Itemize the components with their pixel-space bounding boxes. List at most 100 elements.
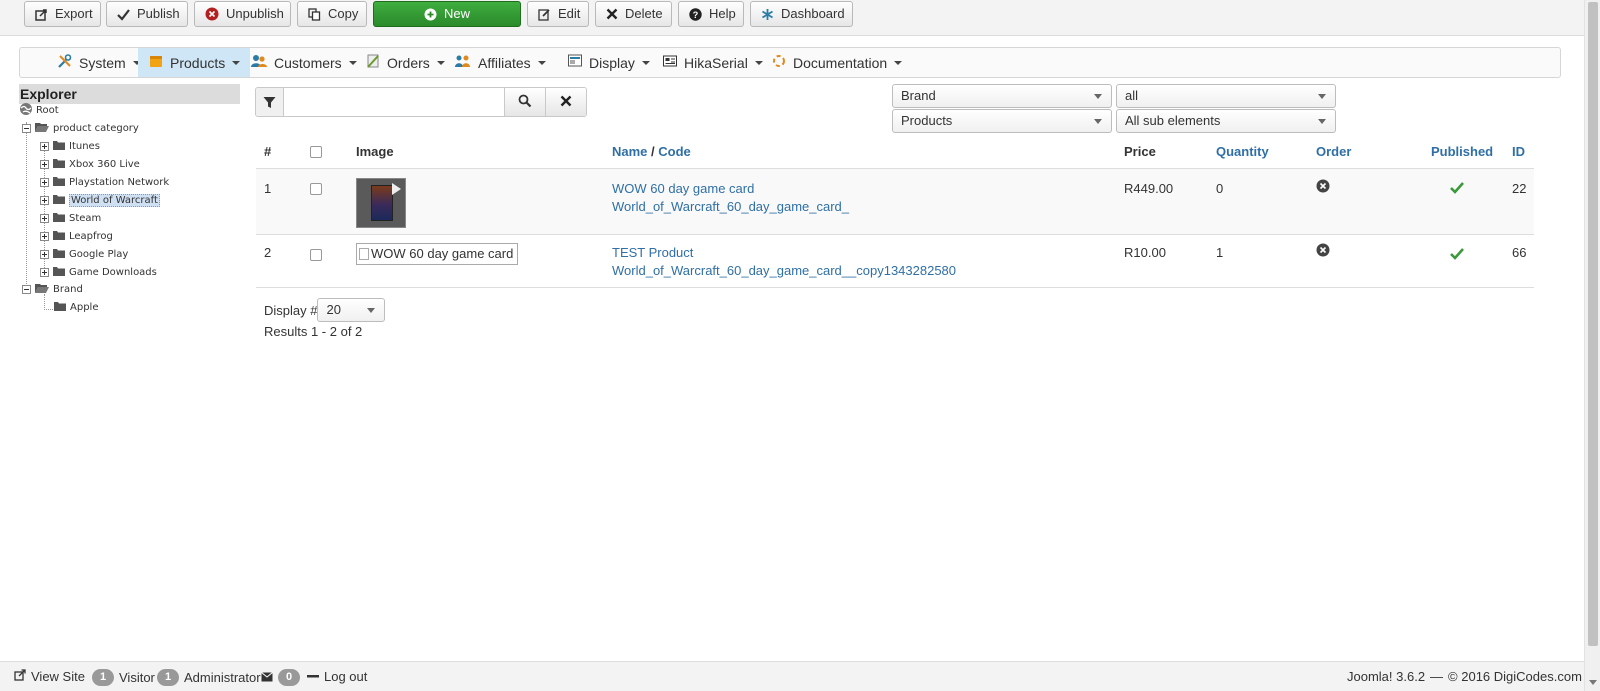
col-name-code: Name / Code xyxy=(612,144,691,159)
tree-category-steam[interactable]: Steam xyxy=(40,210,101,226)
sort-code-link[interactable]: Code xyxy=(658,144,691,159)
product-price: R449.00 xyxy=(1124,181,1174,196)
menu-system[interactable]: System xyxy=(47,48,151,77)
display-label: Display # xyxy=(264,302,318,318)
table-row: 2 WOW 60 day game card TEST Product Worl… xyxy=(256,235,1534,288)
logout-link[interactable]: Log out xyxy=(307,669,367,684)
unpublish-button[interactable]: Unpublish xyxy=(194,1,291,27)
visitor-count-badge: 1 xyxy=(92,669,114,686)
globe-icon xyxy=(19,102,33,119)
svg-text:?: ? xyxy=(693,10,699,20)
help-button[interactable]: ? Help xyxy=(678,1,744,27)
expand-icon[interactable] xyxy=(40,141,49,151)
menu-display[interactable]: Display xyxy=(557,48,660,77)
sort-id-link[interactable]: ID xyxy=(1512,144,1525,159)
orders-icon xyxy=(365,53,381,72)
sort-order-link[interactable]: Order xyxy=(1316,144,1351,159)
chevron-down-icon xyxy=(1318,94,1326,99)
product-thumbnail[interactable] xyxy=(356,178,406,228)
minus-icon xyxy=(307,669,319,684)
tree-category-world-of-warcraft[interactable]: World of Warcraft xyxy=(40,192,160,208)
search-bar xyxy=(255,87,587,117)
expand-icon[interactable] xyxy=(40,213,49,223)
messages-indicator[interactable]: 0 xyxy=(261,669,300,686)
menu-affiliates[interactable]: Affiliates xyxy=(444,48,556,77)
collapse-icon[interactable] xyxy=(22,284,31,294)
tree-category-itunes[interactable]: Itunes xyxy=(40,138,100,154)
sort-quantity-link[interactable]: Quantity xyxy=(1216,144,1269,159)
expand-icon[interactable] xyxy=(40,267,49,277)
messages-count-badge: 0 xyxy=(278,669,300,686)
chevron-down-icon xyxy=(1318,119,1326,124)
sort-published-link[interactable]: Published xyxy=(1431,144,1493,159)
product-quantity: 1 xyxy=(1216,245,1224,260)
close-icon xyxy=(560,95,572,110)
envelope-icon xyxy=(261,670,273,685)
new-button[interactable]: New xyxy=(373,1,521,27)
scroll-down-arrow[interactable] xyxy=(1589,680,1597,685)
select-all-checkbox[interactable] xyxy=(310,146,322,158)
depth-filter-select[interactable]: All sub elements xyxy=(1116,109,1336,133)
remove-order-icon[interactable] xyxy=(1316,179,1330,196)
display-count-select[interactable]: 20 xyxy=(317,298,386,322)
row-checkbox[interactable] xyxy=(310,249,322,261)
tree-brand-apple[interactable]: Apple xyxy=(53,299,98,315)
menu-orders[interactable]: Orders xyxy=(355,48,455,77)
expand-icon[interactable] xyxy=(40,177,49,187)
product-code-link[interactable]: World_of_Warcraft_60_day_game_card__copy… xyxy=(612,263,956,278)
row-number: 2 xyxy=(264,245,272,260)
folder-icon xyxy=(52,211,66,226)
sort-name-link[interactable]: Name xyxy=(612,144,647,159)
product-thumbnail[interactable]: WOW 60 day game card xyxy=(356,243,518,265)
edit-button[interactable]: Edit xyxy=(527,1,589,27)
publish-button[interactable]: Publish xyxy=(106,1,188,27)
expand-icon[interactable] xyxy=(40,249,49,259)
export-icon xyxy=(35,8,48,21)
collapse-icon[interactable] xyxy=(22,123,31,133)
dashboard-button[interactable]: Dashboard xyxy=(750,1,853,27)
folder-icon xyxy=(52,157,66,172)
tree-brand[interactable]: Brand xyxy=(22,281,83,297)
scrollbar-thumb[interactable] xyxy=(1588,2,1598,646)
published-check-icon[interactable] xyxy=(1450,247,1464,263)
menu-customers[interactable]: Customers xyxy=(240,48,367,77)
plus-circle-icon xyxy=(424,8,437,21)
brand-value-select[interactable]: all xyxy=(1116,84,1336,108)
admin-count-badge: 1 xyxy=(157,669,179,686)
tree-category-playstation[interactable]: Playstation Network xyxy=(40,174,169,190)
product-code-link[interactable]: World_of_Warcraft_60_day_game_card_ xyxy=(612,199,849,214)
menu-hikaserial[interactable]: HikaSerial xyxy=(652,48,773,77)
published-check-icon[interactable] xyxy=(1450,181,1464,197)
product-name-link[interactable]: WOW 60 day game card xyxy=(612,181,754,196)
tree-root[interactable]: Root xyxy=(19,102,59,118)
vertical-scrollbar[interactable] xyxy=(1584,0,1600,691)
brand-filter-select[interactable]: Brand xyxy=(892,84,1112,108)
expand-icon[interactable] xyxy=(40,231,49,241)
search-input[interactable] xyxy=(284,88,504,116)
product-name-link[interactable]: TEST Product xyxy=(612,245,693,260)
tree-category-google-play[interactable]: Google Play xyxy=(40,246,128,262)
remove-order-icon[interactable] xyxy=(1316,243,1330,260)
search-button[interactable] xyxy=(504,88,545,116)
status-footer: View Site 1 Visitor 1 Administrator 0 Lo… xyxy=(0,661,1584,691)
view-site-link[interactable]: View Site xyxy=(14,669,85,684)
tree-category-game-downloads[interactable]: Game Downloads xyxy=(40,264,157,280)
tree-category-leapfrog[interactable]: Leapfrog xyxy=(40,228,113,244)
delete-button[interactable]: Delete xyxy=(595,1,672,27)
tree-category-xbox[interactable]: Xbox 360 Live xyxy=(40,156,140,172)
tools-icon xyxy=(57,53,73,72)
copy-button[interactable]: Copy xyxy=(297,1,367,27)
product-id: 22 xyxy=(1512,181,1527,196)
expand-icon[interactable] xyxy=(40,195,49,205)
folder-icon xyxy=(52,175,66,190)
menu-products[interactable]: Products xyxy=(138,48,251,77)
chevron-down-icon xyxy=(894,60,903,65)
expand-icon[interactable] xyxy=(40,159,49,169)
play-icon xyxy=(392,183,401,195)
tree-product-category[interactable]: product category xyxy=(22,120,139,136)
export-button[interactable]: Export xyxy=(24,1,101,27)
clear-search-button[interactable] xyxy=(545,88,586,116)
menu-documentation[interactable]: Documentation xyxy=(761,48,912,77)
row-checkbox[interactable] xyxy=(310,183,322,195)
type-filter-select[interactable]: Products xyxy=(892,109,1112,133)
